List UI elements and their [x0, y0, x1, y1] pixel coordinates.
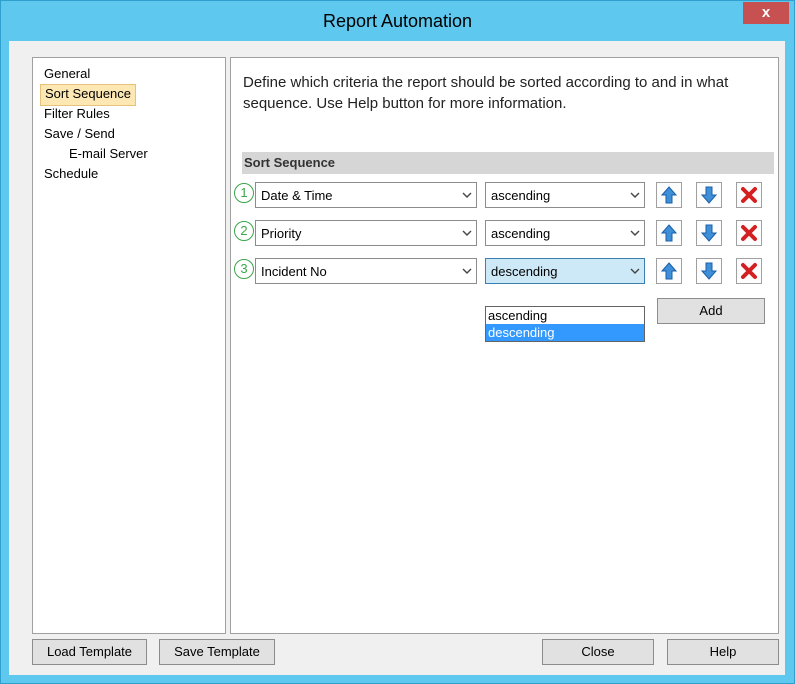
chevron-down-icon [462, 192, 472, 198]
chevron-down-icon [462, 268, 472, 274]
delete-x-icon [741, 187, 757, 203]
nav-item-schedule[interactable]: Schedule [40, 164, 102, 184]
nav-item-save-send[interactable]: Save / Send [40, 124, 119, 144]
row-index-badge: 3 [234, 259, 254, 279]
section-title: Sort Sequence [244, 155, 336, 170]
move-up-button[interactable] [656, 220, 682, 246]
title-bar[interactable]: Report Automation x [1, 1, 794, 41]
row-index-badge: 1 [234, 183, 254, 203]
arrow-up-icon [660, 224, 678, 242]
sort-field-value: Date & Time [261, 188, 333, 203]
sort-order-dropdown-list: ascending descending [485, 306, 645, 342]
chevron-down-icon [630, 230, 640, 236]
sort-sequence-panel: Define which criteria the report should … [230, 57, 779, 634]
delete-x-icon [741, 225, 757, 241]
chevron-down-icon [630, 268, 640, 274]
dropdown-option-ascending[interactable]: ascending [486, 307, 644, 324]
section-header: Sort Sequence [242, 152, 774, 174]
window-title: Report Automation [322, 11, 473, 31]
move-down-button[interactable] [696, 220, 722, 246]
move-down-button[interactable] [696, 182, 722, 208]
sort-field-value: Incident No [261, 264, 327, 279]
panel-description: Define which criteria the report should … [243, 74, 729, 112]
delete-row-button[interactable] [736, 258, 762, 284]
move-down-button[interactable] [696, 258, 722, 284]
add-button[interactable]: Add [657, 298, 765, 324]
chevron-down-icon [630, 192, 640, 198]
sort-field-select[interactable]: Incident No [255, 258, 477, 284]
sort-order-value: ascending [491, 188, 551, 203]
save-template-button[interactable]: Save Template [159, 639, 275, 665]
dialog-client-area: General Sort Sequence Filter Rules Save … [9, 41, 785, 675]
sort-field-value: Priority [261, 226, 302, 241]
nav-list: General Sort Sequence Filter Rules Save … [32, 57, 226, 634]
nav-item-filter-rules[interactable]: Filter Rules [40, 104, 114, 124]
nav-item-general[interactable]: General [40, 64, 94, 84]
sort-order-value: descending [491, 264, 558, 279]
load-template-button[interactable]: Load Template [32, 639, 147, 665]
move-up-button[interactable] [656, 258, 682, 284]
arrow-down-icon [700, 224, 718, 242]
nav-item-email-server[interactable]: E-mail Server [65, 144, 152, 164]
arrow-up-icon [660, 262, 678, 280]
nav-item-sort-sequence[interactable]: Sort Sequence [40, 84, 137, 106]
close-button[interactable]: Close [542, 639, 654, 665]
arrow-down-icon [700, 186, 718, 204]
help-button[interactable]: Help [667, 639, 779, 665]
delete-row-button[interactable] [736, 182, 762, 208]
dropdown-option-descending[interactable]: descending [486, 324, 644, 341]
row-index-badge: 2 [234, 221, 254, 241]
report-automation-window: Report Automation x General Sort Sequenc… [0, 0, 795, 684]
sort-order-value: ascending [491, 226, 551, 241]
move-up-button[interactable] [656, 182, 682, 208]
sort-field-select[interactable]: Date & Time [255, 182, 477, 208]
sort-field-select[interactable]: Priority [255, 220, 477, 246]
sort-order-select[interactable]: ascending [485, 220, 645, 246]
sort-order-select[interactable]: descending [485, 258, 645, 284]
arrow-up-icon [660, 186, 678, 204]
arrow-down-icon [700, 262, 718, 280]
sort-order-select[interactable]: ascending [485, 182, 645, 208]
delete-row-button[interactable] [736, 220, 762, 246]
chevron-down-icon [462, 230, 472, 236]
delete-x-icon [741, 263, 757, 279]
window-close-button[interactable]: x [743, 2, 789, 24]
